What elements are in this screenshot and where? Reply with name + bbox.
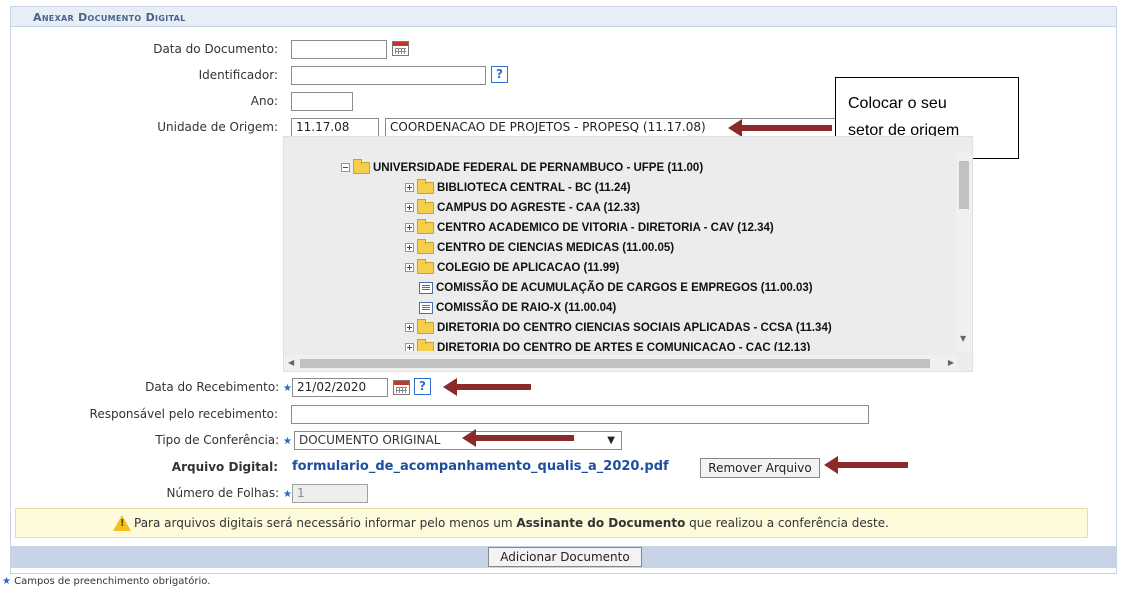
- tree-item[interactable]: BIBLIOTECA CENTRAL - BC (11.24): [405, 178, 631, 197]
- data-documento-input[interactable]: [291, 40, 387, 59]
- responsavel-label: Responsável pelo recebimento:: [89, 407, 278, 421]
- required-note-text: Campos de preenchimento obrigatório.: [14, 576, 211, 587]
- horizontal-scroll-thumb[interactable]: [300, 359, 930, 368]
- annotation-arrow: [824, 456, 908, 474]
- required-note: ★ Campos de preenchimento obrigatório.: [2, 576, 210, 587]
- folder-icon: [353, 158, 370, 174]
- ano-input[interactable]: [291, 92, 353, 111]
- file-link[interactable]: formulario_de_acompanhamento_qualis_a_20…: [292, 459, 669, 474]
- annotation-line-1: Colocar o seu: [848, 95, 947, 112]
- help-icon[interactable]: ?: [491, 66, 508, 83]
- identificador-label: Identificador:: [198, 68, 278, 82]
- required-icon: ★: [2, 576, 11, 587]
- tree-item[interactable]: CENTRO DE CIENCIAS MEDICAS (11.00.05): [405, 238, 675, 257]
- calendar-icon[interactable]: [393, 380, 410, 395]
- unit-tree[interactable]: UNIVERSIDADE FEDERAL DE PERNAMBUCO - UFP…: [283, 136, 973, 372]
- expand-icon[interactable]: [405, 223, 414, 233]
- tree-item[interactable]: DIRETORIA DO CENTRO CIENCIAS SOCIAIS APL…: [405, 318, 832, 337]
- help-icon[interactable]: ?: [414, 378, 431, 395]
- tipo-conferencia-label: Tipo de Conferência: ★: [60, 433, 292, 447]
- tree-item[interactable]: CAMPUS DO AGRESTE - CAA (12.33): [405, 198, 640, 217]
- tree-item[interactable]: DIRETORIA DO CENTRO DE ARTES E COMUNICAC…: [405, 339, 810, 351]
- tree-root[interactable]: UNIVERSIDADE FEDERAL DE PERNAMBUCO - UFP…: [341, 158, 704, 177]
- tree-root-label: UNIVERSIDADE FEDERAL DE PERNAMBUCO - UFP…: [373, 162, 704, 174]
- remove-file-button[interactable]: Remover Arquivo: [700, 458, 820, 478]
- notice-text: Para arquivos digitais será necessário i…: [134, 516, 517, 530]
- tipo-conferencia-value: DOCUMENTO ORIGINAL: [299, 433, 441, 447]
- annotation-arrow: [443, 378, 531, 396]
- tree-item[interactable]: COMISSÃO DE ACUMULAÇÃO DE CARGOS E EMPRE…: [419, 279, 813, 297]
- tree-item-label: CENTRO DE CIENCIAS MEDICAS (11.00.05): [437, 242, 675, 254]
- ano-label: Ano:: [250, 94, 278, 108]
- folder-icon: [417, 198, 434, 214]
- arquivo-digital-label-text: Arquivo Digital:: [171, 460, 278, 474]
- numero-folhas-label: Número de Folhas: ★: [60, 486, 293, 500]
- arquivo-digital-label: Arquivo Digital:: [100, 460, 278, 474]
- expand-icon[interactable]: [405, 203, 414, 213]
- numero-folhas-input: 1: [292, 484, 368, 503]
- identificador-input[interactable]: [291, 66, 486, 85]
- vertical-scrollbar[interactable]: ▼: [956, 153, 972, 351]
- data-recebimento-label-text: Data do Recebimento:: [145, 380, 280, 394]
- calendar-icon[interactable]: [392, 41, 409, 56]
- document-icon: [419, 301, 433, 314]
- expand-icon[interactable]: [405, 323, 414, 333]
- tree-item-label: COMISSÃO DE RAIO-X (11.00.04): [436, 302, 617, 314]
- folder-icon: [417, 238, 434, 254]
- chevron-down-icon: ▼: [607, 435, 615, 446]
- vertical-scroll-thumb[interactable]: [959, 161, 969, 209]
- data-recebimento-input[interactable]: 21/02/2020: [292, 378, 388, 397]
- annotation-arrow: [462, 429, 574, 447]
- notice-bold: Assinante do Documento: [516, 516, 686, 530]
- tree-item-label: BIBLIOTECA CENTRAL - BC (11.24): [437, 182, 631, 194]
- tipo-conferencia-label-text: Tipo de Conferência:: [155, 433, 280, 447]
- tree-item[interactable]: COLEGIO DE APLICACAO (11.99): [405, 258, 620, 277]
- tree-item[interactable]: COMISSÃO DE RAIO-X (11.00.04): [419, 299, 616, 317]
- warning-icon: !: [113, 515, 131, 531]
- folder-icon: [417, 339, 434, 351]
- tree-item[interactable]: CENTRO ACADEMICO DE VITORIA - DIRETORIA …: [405, 218, 774, 237]
- responsavel-input[interactable]: [291, 405, 869, 424]
- notice-text-end: que realizou a conferência deste.: [685, 516, 889, 530]
- collapse-icon[interactable]: [341, 163, 350, 173]
- scroll-left-icon[interactable]: ◀: [288, 358, 294, 367]
- expand-icon[interactable]: [405, 183, 414, 193]
- annotation-arrow: [728, 119, 832, 137]
- horizontal-scrollbar[interactable]: ◀ ▶: [284, 355, 958, 371]
- folder-icon: [417, 218, 434, 234]
- form-footer: Adicionar Documento: [10, 546, 1117, 568]
- unidade-origem-label: Unidade de Origem:: [157, 120, 278, 134]
- expand-icon[interactable]: [405, 343, 414, 351]
- tree-item-label: COMISSÃO DE ACUMULAÇÃO DE CARGOS E EMPRE…: [436, 282, 813, 294]
- tree-item-label: DIRETORIA DO CENTRO CIENCIAS SOCIAIS APL…: [437, 322, 832, 334]
- expand-icon[interactable]: [405, 263, 414, 273]
- tree-item-label: COLEGIO DE APLICACAO (11.99): [437, 262, 620, 274]
- required-icon: ★: [283, 436, 292, 447]
- add-document-button[interactable]: Adicionar Documento: [488, 547, 642, 567]
- data-documento-label: Data do Documento:: [153, 42, 278, 56]
- panel-title: Anexar Documento Digital: [11, 7, 1116, 27]
- unidade-codigo-input[interactable]: 11.17.08: [291, 118, 379, 137]
- required-icon: ★: [283, 489, 292, 500]
- numero-folhas-label-text: Número de Folhas:: [166, 486, 280, 500]
- folder-icon: [417, 318, 434, 334]
- scroll-right-icon[interactable]: ▶: [948, 358, 954, 367]
- data-recebimento-label: Data do Recebimento: ★: [60, 380, 292, 394]
- folder-icon: [417, 258, 434, 274]
- tree-item-label: CENTRO ACADEMICO DE VITORIA - DIRETORIA …: [437, 222, 774, 234]
- notice-box: ! Para arquivos digitais será necessário…: [15, 508, 1088, 538]
- document-icon: [419, 281, 433, 294]
- tree-item-label: DIRETORIA DO CENTRO DE ARTES E COMUNICAC…: [437, 342, 811, 351]
- expand-icon[interactable]: [405, 243, 414, 253]
- scroll-down-icon[interactable]: ▼: [960, 334, 966, 343]
- folder-icon: [417, 178, 434, 194]
- tree-item-label: CAMPUS DO AGRESTE - CAA (12.33): [437, 202, 640, 214]
- required-icon: ★: [283, 383, 292, 394]
